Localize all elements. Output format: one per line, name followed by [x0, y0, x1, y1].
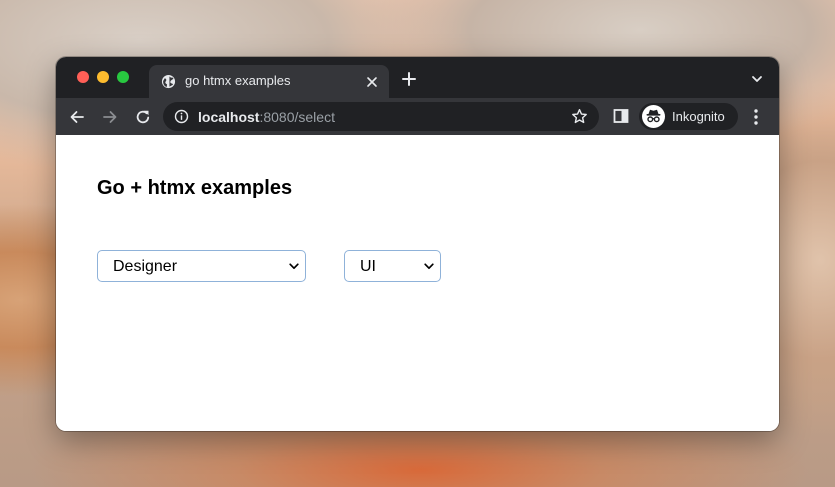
role-select[interactable]: Designer [97, 250, 306, 282]
incognito-label: Inkognito [672, 109, 725, 124]
zoom-window-button[interactable] [117, 71, 129, 83]
url-path: :8080/select [259, 109, 335, 125]
chevron-down-icon [424, 263, 434, 270]
role-select-value: Designer [113, 258, 178, 275]
side-panel-icon[interactable] [613, 108, 629, 124]
more-vertical-icon[interactable] [753, 108, 759, 126]
reload-icon[interactable] [134, 108, 152, 126]
chevron-down-icon [289, 263, 299, 270]
close-icon[interactable] [365, 75, 379, 89]
plus-icon[interactable] [401, 71, 417, 87]
tab-strip: go htmx examples [56, 57, 779, 98]
tab-go-htmx-examples[interactable]: go htmx examples [149, 65, 389, 98]
forward-arrow-icon[interactable] [101, 108, 119, 126]
team-select[interactable]: UI [344, 250, 441, 282]
chevron-down-icon[interactable] [751, 73, 763, 85]
tab-title: go htmx examples [185, 73, 291, 88]
back-arrow-icon[interactable] [68, 108, 86, 126]
close-window-button[interactable] [77, 71, 89, 83]
info-icon[interactable] [174, 109, 189, 124]
browser-window: go htmx examples localhost:8080/select I… [56, 57, 779, 431]
incognito-icon [646, 109, 661, 123]
page-title: Go + htmx examples [97, 177, 293, 199]
minimize-window-button[interactable] [97, 71, 109, 83]
incognito-profile-button[interactable]: Inkognito [639, 103, 738, 130]
star-icon[interactable] [571, 108, 588, 125]
avatar [642, 105, 665, 128]
page-content: Go + htmx examples Designer UI [56, 135, 779, 431]
browser-toolbar: localhost:8080/select Inkognito [56, 98, 779, 135]
url-host: localhost [198, 109, 260, 125]
address-bar[interactable]: localhost:8080/select [163, 102, 599, 131]
team-select-value: UI [360, 258, 376, 275]
globe-icon [161, 74, 176, 89]
url-text[interactable]: localhost:8080/select [198, 109, 335, 125]
